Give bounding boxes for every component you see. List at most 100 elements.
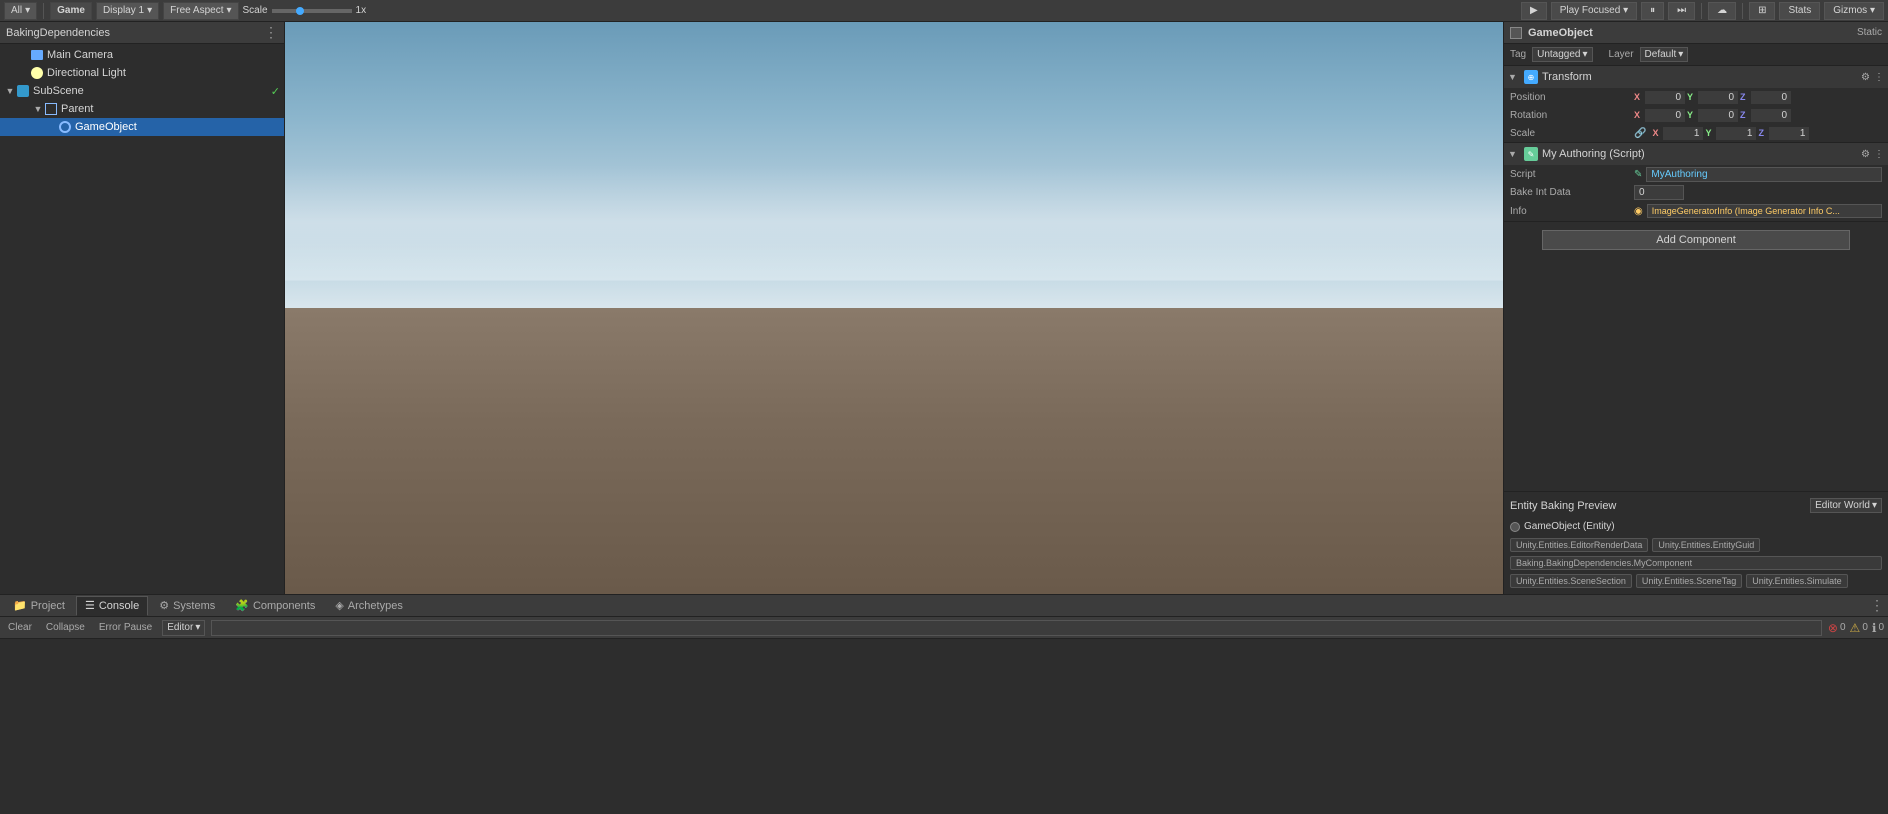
game-tab[interactable]: Game (50, 2, 92, 20)
scale-x-label: X (1652, 128, 1662, 138)
entity-tag-2[interactable]: Baking.BakingDependencies.MyComponent (1510, 556, 1882, 570)
hierarchy-item-subscene[interactable]: ▼ SubScene ✓ (0, 82, 284, 100)
tab-archetypes-label: Archetypes (348, 600, 403, 612)
pos-x-input[interactable] (1645, 91, 1685, 104)
hierarchy-list: Main Camera Directional Light ▼ SubScene… (0, 44, 284, 594)
editor-world-dropdown[interactable]: Editor World ▾ (1810, 498, 1882, 513)
editor-dropdown[interactable]: Editor ▾ (162, 620, 205, 636)
entity-tag-1[interactable]: Unity.Entities.EntityGuid (1652, 538, 1760, 552)
authoring-title: My Authoring (Script) (1542, 148, 1857, 160)
tab-console[interactable]: ☰ Console (76, 596, 148, 616)
pos-z-input[interactable] (1751, 91, 1791, 104)
hierarchy-header: BakingDependencies ⋮ (0, 22, 284, 44)
info-ref[interactable]: ImageGeneratorInfo (Image Generator Info… (1647, 204, 1882, 218)
scale-x-input[interactable] (1663, 127, 1703, 140)
play-button[interactable]: ▶ (1521, 2, 1547, 20)
editor-world-label: Editor World (1815, 500, 1870, 511)
parent-icon (44, 102, 58, 116)
pos-x-field[interactable]: X (1634, 91, 1685, 104)
gameobj-icon (58, 120, 72, 134)
authoring-script-icon: ✎ (1524, 147, 1538, 161)
bake-int-row: Bake Int Data (1504, 183, 1888, 201)
hierarchy-item-parent[interactable]: ▼ Parent (0, 100, 284, 118)
error-count-item[interactable]: ⊗ 0 (1828, 621, 1846, 635)
tab-components[interactable]: 🧩 Components (226, 596, 324, 616)
info-row: Info ◉ ImageGeneratorInfo (Image Generat… (1504, 201, 1888, 221)
scale-slider[interactable] (272, 9, 352, 13)
hierarchy-item-dir-light[interactable]: Directional Light (0, 64, 284, 82)
stats-button[interactable]: Stats (1779, 2, 1820, 20)
game-view-panel (285, 22, 1503, 594)
entity-tag-3[interactable]: Unity.Entities.SceneSection (1510, 574, 1632, 588)
error-icon: ⊗ (1828, 621, 1838, 635)
arrow-subscene: ▼ (4, 86, 16, 96)
scale-y-input[interactable] (1716, 127, 1756, 140)
rot-z-input[interactable] (1751, 109, 1791, 122)
add-component-button[interactable]: Add Component (1542, 230, 1849, 250)
error-count: 0 (1840, 622, 1846, 633)
cloud-icon-btn[interactable]: ☁ (1708, 2, 1736, 20)
gizmos-dropdown[interactable]: Gizmos ▾ (1824, 2, 1884, 20)
game-canvas[interactable] (285, 22, 1503, 594)
rot-x-input[interactable] (1645, 109, 1685, 122)
collapse-button[interactable]: Collapse (42, 621, 89, 634)
all-dropdown[interactable]: All ▾ (4, 2, 37, 20)
gizmos-label: Gizmos (1833, 5, 1867, 16)
step-button[interactable]: ⏭ (1668, 2, 1695, 20)
scale-lock-icon: 🔗 (1634, 128, 1646, 139)
pause-button[interactable]: ⏸ (1641, 2, 1664, 20)
entity-tag-4[interactable]: Unity.Entities.SceneTag (1636, 574, 1742, 588)
pos-y-field[interactable]: Y (1687, 91, 1738, 104)
console-search-input[interactable] (211, 620, 1822, 636)
entity-tag-5[interactable]: Unity.Entities.Simulate (1746, 574, 1847, 588)
inspector-header: GameObject Static (1504, 22, 1888, 44)
gameobj-enable-checkbox[interactable] (1510, 27, 1522, 39)
light-icon (30, 66, 44, 80)
display-dropdown[interactable]: Display 1 ▾ (96, 2, 159, 20)
tab-project[interactable]: 📁 Project (4, 596, 74, 616)
rot-z-label: Z (1740, 110, 1750, 120)
aspect-dropdown[interactable]: Free Aspect ▾ (163, 2, 238, 20)
hierarchy-menu[interactable]: ⋮ (264, 24, 278, 41)
layers-icon-btn[interactable]: ⊞ (1749, 2, 1775, 20)
pos-z-field[interactable]: Z (1740, 91, 1791, 104)
info-count: 0 (1878, 622, 1884, 633)
tab-systems[interactable]: ⚙ Systems (150, 596, 224, 616)
info-count-item[interactable]: ℹ 0 (1872, 621, 1884, 635)
scale-z-input[interactable] (1769, 127, 1809, 140)
rot-z-field[interactable]: Z (1740, 109, 1791, 122)
layer-dropdown[interactable]: Default ▾ (1640, 47, 1689, 62)
rot-y-input[interactable] (1698, 109, 1738, 122)
tab-archetypes[interactable]: ◈ Archetypes (326, 596, 412, 616)
authoring-header[interactable]: ▼ ✎ My Authoring (Script) ⚙ ⋮ (1504, 143, 1888, 165)
entity-tag-0[interactable]: Unity.Entities.EditorRenderData (1510, 538, 1648, 552)
scale-value: 🔗 X Y Z (1634, 127, 1882, 140)
error-pause-button[interactable]: Error Pause (95, 621, 156, 634)
hierarchy-item-gameobject[interactable]: GameObject (0, 118, 284, 136)
entity-baking-header: Entity Baking Preview Editor World ▾ (1510, 498, 1882, 513)
scale-z-field[interactable]: Z (1758, 127, 1809, 140)
pos-y-input[interactable] (1698, 91, 1738, 104)
position-value: X Y Z (1634, 91, 1882, 104)
hierarchy-item-main-camera[interactable]: Main Camera (0, 46, 284, 64)
play-focused-dropdown[interactable]: Play Focused ▾ (1551, 2, 1637, 20)
scale-y-field[interactable]: Y (1705, 127, 1756, 140)
scale-label: Scale (243, 5, 268, 16)
script-ref[interactable]: MyAuthoring (1646, 167, 1882, 182)
tab-systems-label: Systems (173, 600, 215, 612)
clear-button[interactable]: Clear (4, 621, 36, 634)
entity-radio[interactable] (1510, 522, 1520, 532)
position-label: Position (1510, 92, 1630, 103)
scale-x-field[interactable]: X (1652, 127, 1703, 140)
bottom-tabs-menu[interactable]: ⋮ (1870, 597, 1884, 614)
console-content (0, 639, 1888, 814)
rot-y-field[interactable]: Y (1687, 109, 1738, 122)
bake-int-input[interactable] (1634, 185, 1684, 200)
transform-title: Transform (1542, 71, 1857, 83)
transform-header[interactable]: ▼ ⊕ Transform ⚙ ⋮ (1504, 66, 1888, 88)
tag-dropdown[interactable]: Untagged ▾ (1532, 47, 1592, 62)
tag-label: Tag (1510, 49, 1526, 60)
scale-row: Scale 🔗 X Y Z (1504, 124, 1888, 142)
warn-count-item[interactable]: ⚠ 0 (1850, 621, 1868, 635)
rot-x-field[interactable]: X (1634, 109, 1685, 122)
